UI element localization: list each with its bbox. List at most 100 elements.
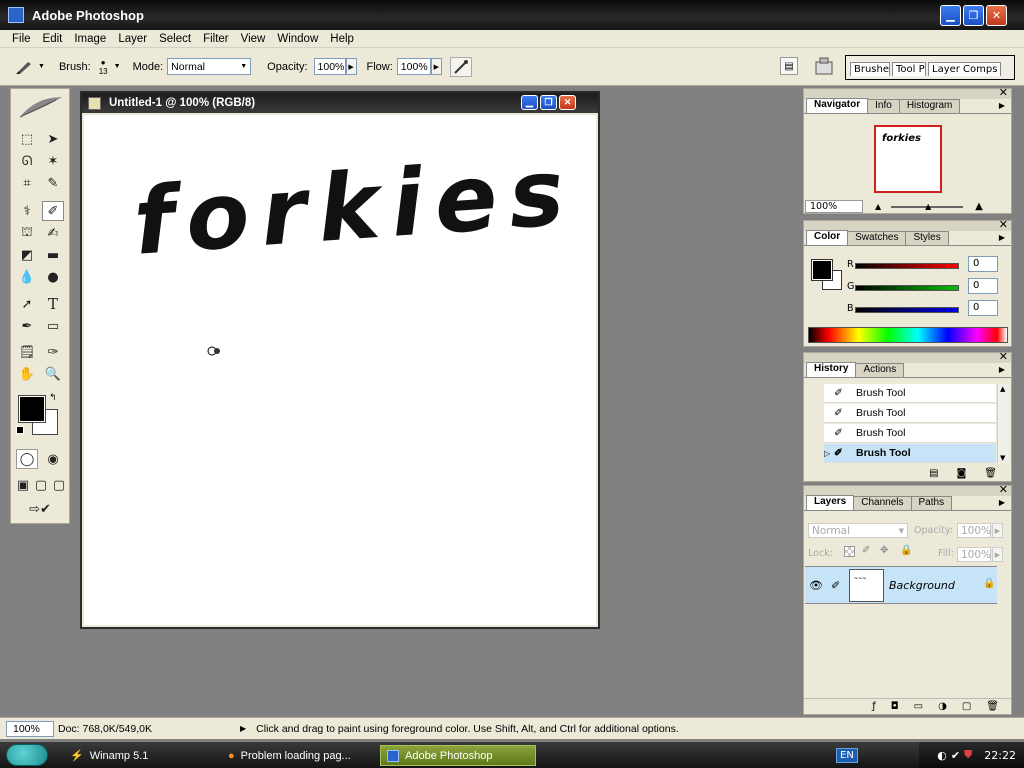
opacity-input[interactable]: 100% bbox=[313, 58, 346, 75]
document-minimize-button[interactable]: ▁ bbox=[521, 95, 538, 110]
flow-input[interactable]: 100% bbox=[396, 58, 431, 75]
taskbar-item-firefox[interactable]: ● Problem loading pag... bbox=[222, 745, 374, 766]
healing-brush-tool[interactable]: ⚕ bbox=[16, 201, 38, 221]
channel-r-input[interactable]: 0 bbox=[968, 256, 998, 272]
notes-tool[interactable]: 🗒 bbox=[16, 342, 38, 362]
layer-style-icon[interactable]: ƒ bbox=[872, 701, 876, 712]
hand-tool[interactable]: ✋ bbox=[16, 364, 38, 384]
canvas[interactable]: forkies bbox=[84, 115, 596, 625]
language-indicator[interactable]: EN bbox=[836, 748, 858, 763]
tab-info[interactable]: Info bbox=[867, 99, 900, 113]
feather-logo[interactable] bbox=[11, 89, 69, 125]
layer-visibility-eye-icon[interactable]: 👁 bbox=[809, 579, 823, 592]
new-document-from-state-icon[interactable]: ▤ bbox=[929, 468, 938, 479]
status-zoom-input[interactable]: 100% bbox=[6, 720, 54, 737]
eraser-tool[interactable]: ◩ bbox=[16, 245, 38, 265]
document-maximize-button[interactable]: ❐ bbox=[540, 95, 557, 110]
menu-view[interactable]: View bbox=[235, 33, 272, 45]
brush-picker[interactable]: ● 13 bbox=[99, 58, 108, 76]
layer-row-background[interactable]: 👁 ✐ ~~~ Background 🔒 bbox=[805, 566, 997, 604]
channel-r-slider[interactable] bbox=[855, 259, 959, 273]
taskbar-item-photoshop[interactable]: Adobe Photoshop bbox=[380, 745, 536, 766]
brush-picker-arrow[interactable]: ▼ bbox=[114, 63, 121, 70]
screen-mode-standard[interactable]: ▣ bbox=[14, 475, 32, 495]
channel-b-input[interactable]: 0 bbox=[968, 300, 998, 316]
new-group-icon[interactable]: ▭ bbox=[914, 701, 923, 712]
tab-styles[interactable]: Styles bbox=[905, 231, 949, 245]
taskbar-item-winamp[interactable]: ⚡ Winamp 5.1 bbox=[64, 745, 214, 766]
document-size-info[interactable]: Doc: 768,0K/549,0K bbox=[58, 723, 240, 735]
panel-menu-icon[interactable]: ▶ bbox=[999, 233, 1005, 242]
foreground-color-swatch[interactable] bbox=[18, 395, 46, 423]
layer-mask-icon[interactable]: ◘ bbox=[891, 701, 899, 712]
pen-tool[interactable]: ✒ bbox=[16, 316, 38, 336]
standard-mode-button[interactable]: ◯ bbox=[16, 449, 38, 469]
gradient-tool[interactable]: ▬ bbox=[42, 245, 64, 265]
type-tool[interactable]: T bbox=[42, 294, 64, 314]
move-tool[interactable]: ➤ bbox=[42, 129, 64, 149]
menu-file[interactable]: File bbox=[6, 33, 37, 45]
screen-mode-full[interactable]: ▢ bbox=[50, 475, 68, 495]
menu-help[interactable]: Help bbox=[324, 33, 360, 45]
marquee-tool[interactable]: ⬚ bbox=[16, 129, 38, 149]
screen-mode-full-menu[interactable]: ▢ bbox=[32, 475, 50, 495]
tab-histogram[interactable]: Histogram bbox=[898, 99, 961, 113]
close-button[interactable]: ✕ bbox=[986, 5, 1007, 26]
default-colors-icon[interactable] bbox=[16, 426, 24, 434]
file-browser-button[interactable]: ▤ bbox=[780, 57, 798, 75]
layer-blend-mode-select[interactable]: Normal ▼ bbox=[808, 523, 908, 538]
tab-history[interactable]: History bbox=[806, 362, 857, 377]
zoom-tool[interactable]: 🔍 bbox=[42, 364, 64, 384]
dodge-tool[interactable]: ● bbox=[42, 267, 64, 287]
navigator-preview[interactable]: forkies bbox=[874, 125, 942, 193]
close-panel-icon[interactable]: ✕ bbox=[999, 350, 1008, 363]
zoom-out-icon[interactable]: ▲ bbox=[875, 202, 881, 211]
maximize-button[interactable]: ❐ bbox=[963, 5, 984, 26]
path-selection-tool[interactable]: ➚ bbox=[16, 294, 38, 314]
close-panel-icon[interactable]: ✕ bbox=[999, 218, 1008, 231]
slice-tool[interactable]: ✎ bbox=[42, 173, 64, 193]
status-menu-arrow-icon[interactable]: ▶ bbox=[240, 724, 246, 733]
tab-navigator[interactable]: Navigator bbox=[806, 98, 869, 113]
menu-layer[interactable]: Layer bbox=[112, 33, 153, 45]
history-brush-tool[interactable]: ✍ bbox=[42, 223, 64, 243]
app-title-bar[interactable]: Adobe Photoshop ▁ ❐ ✕ bbox=[0, 0, 1024, 30]
tab-color[interactable]: Color bbox=[806, 230, 849, 245]
tray-safely-remove-icon[interactable]: ✔ bbox=[951, 749, 960, 762]
panel-menu-icon[interactable]: ▶ bbox=[999, 365, 1005, 374]
history-scrollbar[interactable]: ▲ ▼ bbox=[997, 384, 1010, 463]
delete-layer-icon[interactable]: 🗑 bbox=[986, 701, 999, 712]
history-item[interactable]: ✐ Brush Tool bbox=[824, 384, 996, 403]
panel-menu-icon[interactable]: ▶ bbox=[999, 498, 1005, 507]
delete-state-icon[interactable]: 🗑 bbox=[984, 468, 997, 479]
opacity-slider-button[interactable]: ▶ bbox=[345, 58, 357, 75]
color-fg-swatch[interactable] bbox=[811, 259, 833, 281]
history-item-current[interactable]: ✐ Brush Tool bbox=[824, 444, 996, 463]
menu-filter[interactable]: Filter bbox=[197, 33, 235, 45]
toggle-palettes-button[interactable] bbox=[813, 55, 835, 77]
lock-image-icon[interactable]: ✐ bbox=[862, 545, 870, 556]
palette-well-tab-layer-comps[interactable]: Layer Comps bbox=[928, 62, 1002, 76]
tab-swatches[interactable]: Swatches bbox=[847, 231, 907, 245]
lock-all-icon[interactable]: 🔒 bbox=[900, 545, 912, 556]
channel-g-slider[interactable] bbox=[855, 281, 959, 295]
menu-window[interactable]: Window bbox=[271, 33, 324, 45]
new-layer-icon[interactable]: ▢ bbox=[962, 701, 971, 712]
swap-colors-icon[interactable]: ↰ bbox=[49, 393, 57, 403]
minimize-button[interactable]: ▁ bbox=[940, 5, 961, 26]
lasso-tool[interactable]: ᘏ bbox=[16, 151, 38, 171]
panel-menu-icon[interactable]: ▶ bbox=[999, 101, 1005, 110]
channel-b-slider[interactable] bbox=[855, 303, 959, 317]
history-item[interactable]: ✐ Brush Tool bbox=[824, 424, 996, 443]
palette-well-tab-brushes[interactable]: Brushe bbox=[850, 62, 890, 76]
tool-preset-picker[interactable]: ▼ bbox=[14, 59, 45, 75]
flow-slider-button[interactable]: ▶ bbox=[430, 58, 442, 75]
tray-network-icon[interactable]: ◐ bbox=[937, 749, 947, 762]
close-panel-icon[interactable]: ✕ bbox=[999, 86, 1008, 99]
layer-fill-input[interactable]: 100% bbox=[957, 547, 991, 562]
zoom-in-icon[interactable]: ▲ bbox=[975, 201, 983, 212]
history-item[interactable]: ✐ Brush Tool bbox=[824, 404, 996, 423]
adjustment-layer-icon[interactable]: ◑ bbox=[938, 701, 947, 712]
channel-g-input[interactable]: 0 bbox=[968, 278, 998, 294]
tab-paths[interactable]: Paths bbox=[910, 496, 953, 510]
